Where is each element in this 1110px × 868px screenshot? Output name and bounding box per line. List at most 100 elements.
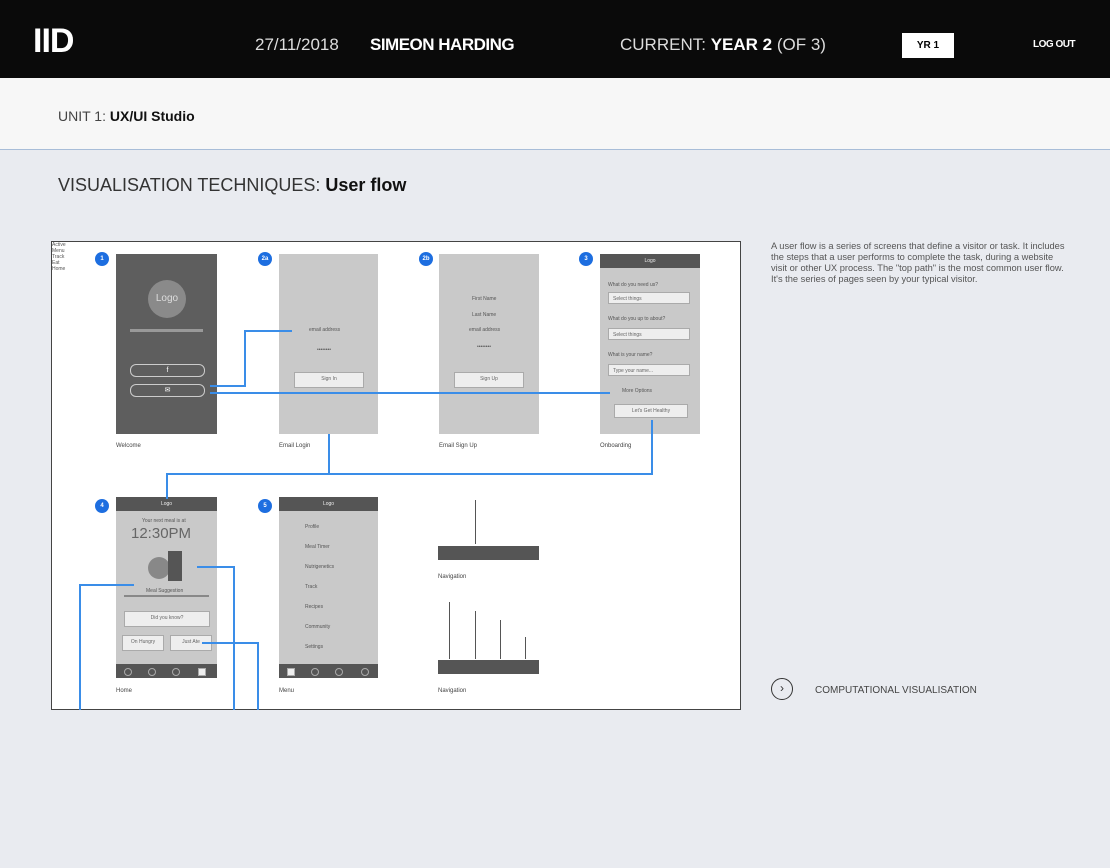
caption-menu: Menu (279, 688, 295, 694)
step-badge: 2a (258, 252, 272, 266)
welcome-screen: Logo f ✉ (116, 254, 217, 434)
unit-name: UX/UI Studio (109, 108, 195, 124)
onboarding-header: Logo (600, 254, 700, 268)
description-text: A user flow is a series of screens that … (771, 241, 1065, 284)
flow-line (233, 566, 235, 710)
onboarding-screen: Logo What do you need us? Select things … (600, 254, 700, 434)
nav-pointer-line (475, 500, 476, 544)
password-label: •••••••• (477, 344, 492, 350)
meal-suggestion: Meal Suggestion (146, 588, 184, 594)
nav-pointer-line (525, 637, 526, 659)
divider (124, 595, 209, 597)
home-screen: Logo Your next meal is at 12:30PM Meal S… (116, 497, 217, 678)
email-login-screen: email address •••••••• Sign In (279, 254, 378, 434)
home-tabbar (116, 664, 217, 678)
divider (130, 329, 203, 332)
more-options: More Options (622, 388, 653, 394)
did-you-know-button: Did you know? (124, 611, 210, 627)
top-header: IID 27/11/2018 SIMEON HARDING CURRENT: Y… (0, 0, 1110, 78)
current-suffix: (OF 3) (776, 35, 826, 54)
name-input: Type your name... (608, 364, 690, 376)
flow-line (79, 584, 81, 710)
step-badge: 1 (95, 252, 109, 266)
section-title: VISUALISATION TECHNIQUES: User flow (58, 175, 406, 196)
caption-email-login: Email Login (279, 443, 311, 449)
flow-line (257, 642, 259, 710)
email-label: email address (469, 327, 501, 333)
unit-title: UNIT 1: UX/UI Studio (58, 108, 195, 124)
select-1: Select things (608, 292, 690, 304)
menu-item: Track (305, 584, 318, 590)
flow-line (210, 392, 610, 394)
step-badge: 5 (258, 499, 272, 513)
home-header: Logo (116, 497, 217, 511)
password-label: •••••••• (317, 347, 332, 353)
menu-header: Logo (279, 497, 378, 511)
menu-item: Profile (305, 524, 320, 530)
question-2: What do you up to about? (608, 316, 666, 322)
menu-item: Community (305, 624, 331, 630)
flow-line (244, 332, 246, 386)
caption-email-signup: Email Sign Up (439, 443, 478, 449)
next-meal-label: Your next meal is at (142, 518, 186, 524)
menu-tabbar (279, 664, 378, 678)
unit-prefix: UNIT 1: (58, 108, 106, 124)
user-flow-diagram: Logo f ✉ 1 Welcome email address •••••••… (51, 241, 741, 710)
flow-line (202, 642, 258, 644)
flow-line (328, 434, 330, 474)
select-2: Select things (608, 328, 690, 340)
menu-item: Settings (305, 644, 324, 650)
name-input-placeholder: Type your name... (613, 368, 654, 374)
navigation-bar-2 (438, 660, 539, 674)
caption-onboarding: Onboarding (600, 443, 632, 449)
section-prefix: VISUALISATION TECHNIQUES: (58, 175, 321, 195)
menu-item: Meal Timer (305, 544, 330, 550)
navigation-bar-1 (438, 546, 539, 560)
next-section-label[interactable]: COMPUTATIONAL VISUALISATION (815, 685, 977, 696)
logo-placeholder: Logo (148, 280, 186, 318)
flow-line (651, 420, 653, 475)
email-label: email address (309, 327, 341, 333)
section-name: User flow (325, 175, 407, 195)
flow-line (210, 385, 246, 387)
current-year-status: CURRENT: YEAR 2 (OF 3) (620, 35, 826, 55)
flow-line (79, 584, 134, 586)
chevron-right-circle-icon[interactable]: › (771, 678, 793, 700)
menu-item: Nutrigenetics (305, 564, 335, 570)
last-name-label: Last Name (472, 312, 497, 318)
nav-pointer-line (475, 611, 476, 659)
current-date: 27/11/2018 (255, 35, 339, 54)
question-3: What is your name? (608, 352, 653, 358)
meal-image-rect (168, 551, 182, 581)
question-1: What do you need us? (608, 282, 659, 288)
sign-in-button: Sign In (294, 372, 364, 388)
step-badge: 2b (419, 252, 433, 266)
meal-time: 12:30PM (131, 525, 192, 542)
current-prefix: CURRENT: (620, 35, 706, 54)
menu-screen: Logo Profile Meal Timer Nutrigenetics Tr… (279, 497, 378, 678)
caption-navigation-1: Navigation (438, 574, 467, 580)
sign-up-button: Sign Up (454, 372, 524, 388)
facebook-login-button: f (130, 364, 205, 377)
logout-button[interactable]: LOG OUT (1033, 39, 1076, 50)
select-2-value: Select things (613, 332, 642, 338)
step-badge: 3 (579, 252, 593, 266)
app-logo[interactable]: IID (33, 22, 74, 61)
email-login-button: ✉ (130, 384, 205, 397)
menu-item: Recipes (305, 604, 324, 610)
lets-get-healthy-button: Let's Get Healthy (614, 404, 688, 418)
on-hungry-button: On Hungry (122, 635, 164, 651)
user-name: SIMEON HARDING (370, 35, 515, 54)
nav-pointer-line (500, 620, 501, 659)
nav-pointer-line (449, 602, 450, 659)
year-1-button[interactable]: YR 1 (902, 33, 954, 58)
flow-line (166, 473, 168, 499)
unit-bar: UNIT 1: UX/UI Studio (0, 78, 1110, 150)
flow-line (197, 566, 235, 568)
current-year: YEAR 2 (710, 35, 773, 54)
caption-home: Home (116, 688, 133, 694)
email-signup-screen: First Name Last Name email address •••••… (439, 254, 539, 434)
flow-line (244, 330, 292, 332)
flow-line (166, 473, 652, 475)
caption-welcome: Welcome (116, 443, 141, 449)
